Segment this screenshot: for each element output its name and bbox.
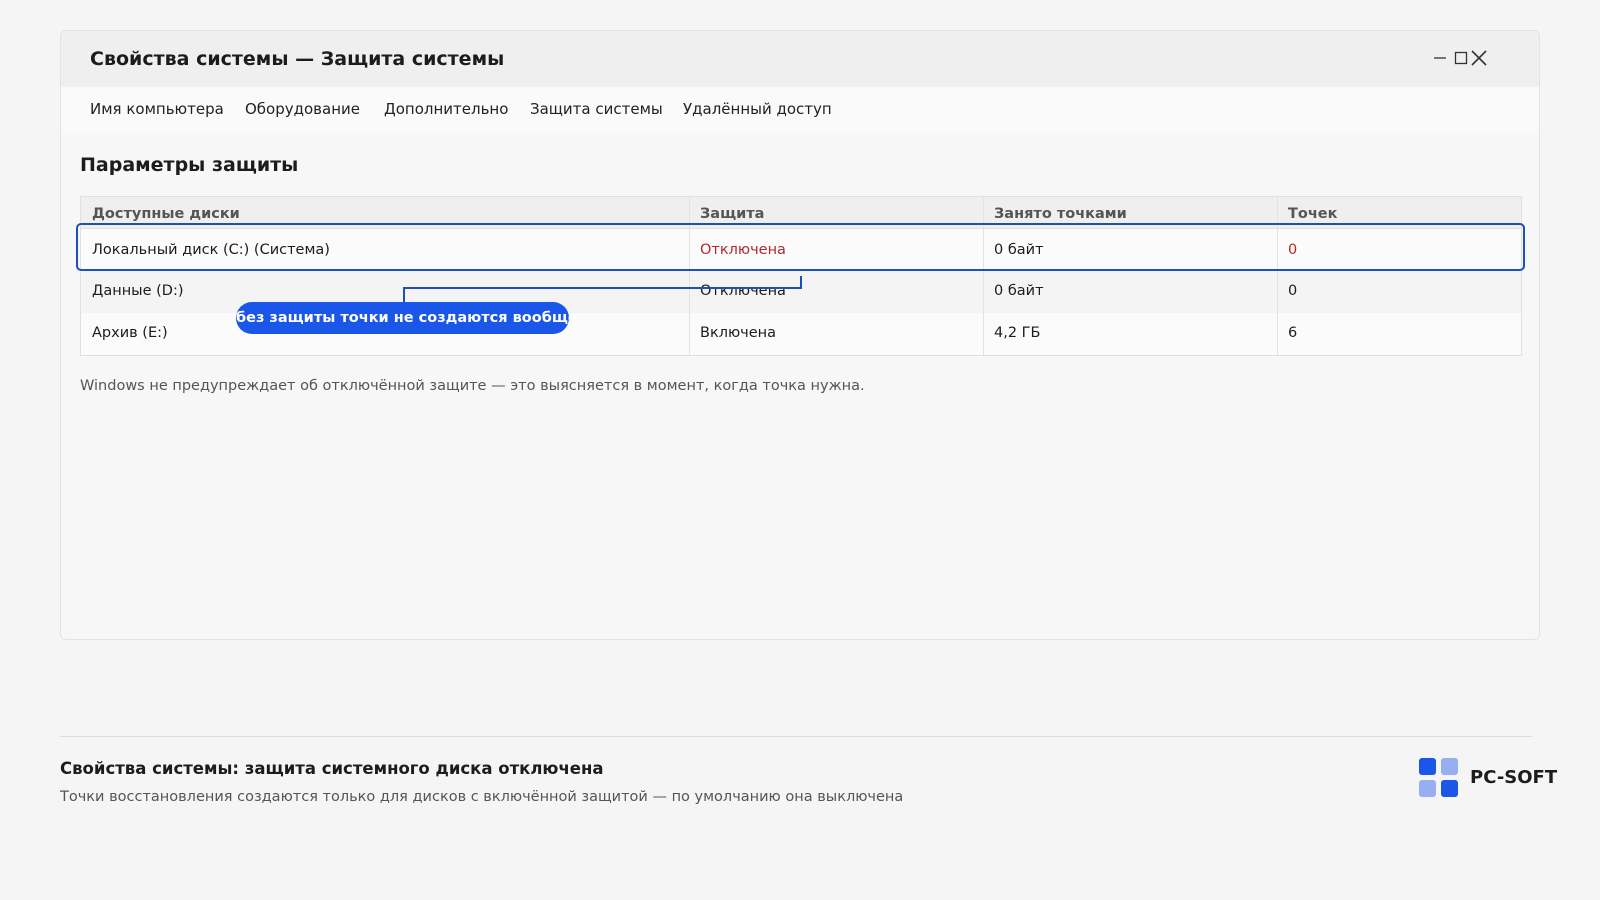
column-header-points: Точек bbox=[1288, 206, 1338, 222]
points-count: 0 bbox=[1288, 283, 1298, 299]
minimize-icon[interactable] bbox=[1431, 49, 1449, 67]
maximize-icon[interactable] bbox=[1452, 49, 1470, 67]
tab-hardware[interactable]: Оборудование bbox=[245, 100, 360, 118]
column-header-protection: Защита bbox=[700, 206, 765, 222]
protection-status: Отключена bbox=[700, 283, 786, 299]
section-title: Параметры защиты bbox=[80, 154, 299, 176]
close-icon[interactable] bbox=[1470, 49, 1488, 67]
tab-remote-access[interactable]: Удалённый доступ bbox=[683, 100, 832, 118]
window-title: Свойства системы — Защита системы bbox=[90, 48, 505, 70]
system-properties-window: Свойства системы — Защита системы Имя ко… bbox=[60, 30, 1540, 640]
disk-name: Локальный диск (C:) (Система) bbox=[92, 242, 330, 258]
footer-subtitle: Точки восстановления создаются только дл… bbox=[60, 789, 904, 805]
info-note: Windows не предупреждает об отключённой … bbox=[80, 378, 865, 394]
tab-system-protection[interactable]: Защита системы bbox=[530, 100, 663, 118]
footer-divider bbox=[60, 736, 1532, 737]
disk-name: Данные (D:) bbox=[92, 283, 184, 299]
pc-soft-logo-icon bbox=[1419, 758, 1458, 797]
disk-name: Архив (E:) bbox=[92, 325, 168, 341]
protection-status: Включена bbox=[700, 325, 777, 341]
points-count: 6 bbox=[1288, 325, 1298, 341]
points-count: 0 bbox=[1288, 242, 1298, 258]
callout-badge: без защиты точки не создаются вообще bbox=[236, 302, 578, 334]
column-divider bbox=[1277, 197, 1278, 355]
brand-name: PC-SOFT bbox=[1470, 767, 1558, 788]
column-header-used: Занято точками bbox=[994, 206, 1127, 222]
used-space: 4,2 ГБ bbox=[994, 325, 1041, 341]
tab-bar: Имя компьютера Оборудование Дополнительн… bbox=[61, 87, 1539, 133]
column-divider bbox=[689, 197, 690, 355]
protection-status: Отключена bbox=[700, 242, 786, 258]
footer-title: Свойства системы: защита системного диск… bbox=[60, 759, 604, 778]
column-divider bbox=[983, 197, 984, 355]
title-bar: Свойства системы — Защита системы bbox=[61, 31, 1539, 87]
used-space: 0 байт bbox=[994, 283, 1044, 299]
table-header: Доступные диски Защита Занято точками То… bbox=[81, 197, 1521, 229]
tab-advanced[interactable]: Дополнительно bbox=[384, 100, 508, 118]
used-space: 0 байт bbox=[994, 242, 1044, 258]
table-row[interactable]: Локальный диск (C:) (Система) Отключена … bbox=[81, 229, 1521, 271]
column-header-disks: Доступные диски bbox=[92, 206, 240, 222]
tab-computer-name[interactable]: Имя компьютера bbox=[90, 100, 224, 118]
